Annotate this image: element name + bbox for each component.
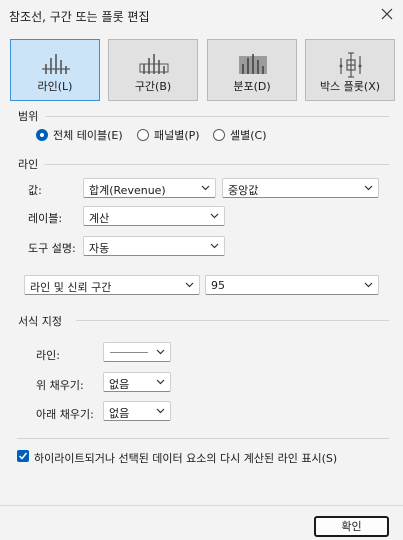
radio-dot	[36, 129, 48, 141]
scope-divider	[46, 116, 389, 117]
line-style-dropdown[interactable]	[103, 342, 171, 362]
type-button-band[interactable]: 구간(B)	[108, 39, 198, 101]
radio-entire-table[interactable]: 전체 테이블(E)	[36, 128, 123, 142]
type-label-line: 라인(L)	[37, 80, 73, 93]
chevron-down-icon	[364, 185, 373, 191]
tooltip-dropdown[interactable]: 자동	[83, 236, 225, 256]
fill-below-label: 아래 채우기:	[36, 408, 94, 421]
band-icon	[139, 54, 169, 74]
format-line-label: 라인:	[36, 349, 60, 362]
chevron-down-icon	[201, 185, 210, 191]
type-label-band: 구간(B)	[134, 80, 172, 93]
recalc-checkbox[interactable]	[17, 450, 29, 462]
checkmark-icon	[18, 452, 28, 460]
label-label: 레이블:	[28, 212, 63, 225]
type-label-box-plot: 박스 플롯(X)	[319, 80, 381, 93]
chevron-down-icon	[210, 213, 219, 219]
type-button-box-plot[interactable]: 박스 플롯(X)	[305, 39, 395, 101]
radio-dot	[213, 129, 225, 141]
formatting-divider	[76, 320, 389, 321]
distribution-icon	[239, 54, 267, 74]
chevron-down-icon	[156, 349, 165, 355]
label-dropdown[interactable]: 계산	[83, 206, 225, 226]
fill-above-text: 없음	[109, 378, 130, 391]
recalc-divider	[17, 438, 389, 439]
value-field-dropdown[interactable]: 합계(Revenue)	[83, 178, 216, 198]
formatting-section-title: 서식 지정	[18, 315, 62, 328]
type-button-distribution[interactable]: 분포(D)	[207, 39, 297, 101]
radio-label-per-pane: 패널별(P)	[154, 129, 200, 142]
label-dropdown-text: 계산	[89, 212, 110, 225]
radio-label-per-cell: 셀별(C)	[230, 129, 267, 142]
chevron-down-icon	[210, 243, 219, 249]
fill-below-dropdown[interactable]: 없음	[103, 401, 171, 421]
radio-per-cell[interactable]: 셀별(C)	[213, 128, 267, 142]
value-field-text: 합계(Revenue)	[89, 184, 166, 197]
confidence-level-dropdown[interactable]: 95	[205, 275, 379, 295]
fill-below-text: 없음	[109, 407, 130, 420]
box-plot-icon	[339, 52, 362, 78]
radio-dot	[137, 129, 149, 141]
value-label: 값:	[28, 184, 42, 197]
chevron-down-icon	[185, 282, 194, 288]
radio-per-pane[interactable]: 패널별(P)	[137, 128, 200, 142]
fill-above-label: 위 채우기:	[36, 379, 84, 392]
confidence-level-text: 95	[211, 279, 225, 292]
chevron-down-icon	[156, 408, 165, 414]
type-button-line[interactable]: 라인(L)	[10, 39, 100, 101]
chevron-down-icon	[364, 282, 373, 288]
interval-type-dropdown[interactable]: 라인 및 신뢰 구간	[24, 275, 200, 295]
scope-section-title: 범위	[18, 110, 39, 123]
line-section-title: 라인	[18, 158, 39, 171]
title-bar: 참조선, 구간 또는 플롯 편집	[0, 0, 403, 30]
aggregation-text: 중앙값	[228, 184, 259, 197]
line-divider	[44, 164, 389, 165]
tooltip-label: 도구 설명:	[28, 242, 76, 255]
radio-label-entire-table: 전체 테이블(E)	[53, 129, 123, 142]
fill-above-dropdown[interactable]: 없음	[103, 372, 171, 392]
close-icon[interactable]	[380, 7, 394, 21]
recalc-checkbox-label: 하이라이트되거나 선택된 데이터 요소의 다시 계산된 라인 표시(S)	[34, 452, 338, 465]
line-style-swatch	[110, 352, 148, 353]
chevron-down-icon	[156, 379, 165, 385]
ok-button[interactable]: 확인	[314, 516, 389, 537]
dialog-title: 참조선, 구간 또는 플롯 편집	[9, 10, 150, 24]
line-icon	[42, 54, 70, 74]
tooltip-dropdown-text: 자동	[89, 242, 110, 255]
type-label-distribution: 분포(D)	[233, 80, 271, 93]
aggregation-dropdown[interactable]: 중앙값	[222, 178, 379, 198]
interval-type-text: 라인 및 신뢰 구간	[30, 281, 112, 294]
